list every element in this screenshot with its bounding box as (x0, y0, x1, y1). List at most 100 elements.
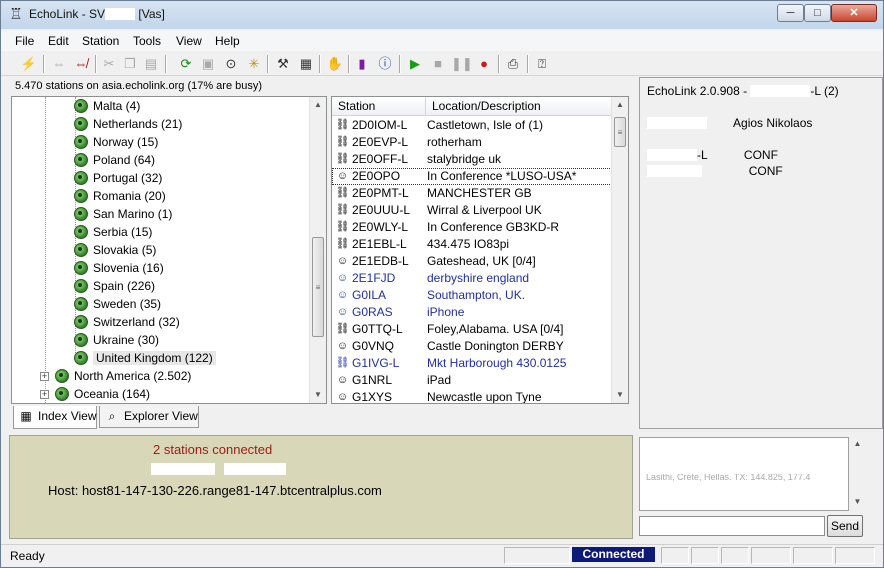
cut-icon[interactable]: ✂ (99, 54, 119, 74)
station-row[interactable]: ⛓ 2D0IOM-L Castletown, Isle of (1) (332, 117, 612, 134)
station-callsign: 2E1EDB-L (352, 254, 409, 268)
scroll-up-arrow-icon[interactable]: ▲ (612, 97, 628, 113)
tree-node-country[interactable]: Romania (20) (74, 187, 166, 205)
sun-icon[interactable]: ✳ (244, 54, 264, 74)
hand-icon[interactable]: ✋ (325, 54, 345, 74)
station-row[interactable]: ☺ G0RAS iPhone (332, 304, 612, 321)
tab-explorer-view[interactable]: ⌕ Explorer View (99, 406, 199, 428)
link-icon[interactable]: ⇔ (49, 54, 69, 74)
tree-node-country[interactable]: Switzerland (32) (74, 313, 180, 331)
station-list[interactable]: Station Location/Description ⛓ 2D0IOM-L Ca… (331, 96, 629, 404)
tree-node-oceania[interactable]: + Oceania (164) (40, 385, 150, 403)
minimize-button[interactable]: ─ (777, 4, 804, 22)
station-info-icon[interactable]: ▣ (198, 54, 218, 74)
copy-icon[interactable]: ❐ (120, 54, 140, 74)
globe-icon (74, 261, 88, 275)
lightning-icon[interactable]: ⚡ (19, 54, 39, 74)
globe-icon (74, 279, 88, 293)
tree-node-country[interactable]: Sweden (35) (74, 295, 161, 313)
station-row[interactable]: ⛓ 2E0UUU-L Wirral & Liverpool UK (332, 202, 612, 219)
expand-icon[interactable]: + (40, 372, 49, 381)
chat-input[interactable] (639, 516, 825, 536)
link-node-icon: ⛓ (335, 136, 350, 148)
station-row[interactable]: ☺ G0VNQ Castle Donington DERBY (332, 338, 612, 355)
expand-icon[interactable]: + (40, 390, 49, 399)
station-row[interactable]: ⛓ 2E0OFF-L stalybridge uk (332, 151, 612, 168)
scroll-up-arrow-icon[interactable]: ▲ (849, 439, 866, 448)
station-location: Southampton, UK. (427, 288, 526, 302)
tree-node-country[interactable]: Norway (15) (74, 133, 158, 151)
menu-tools[interactable]: Tools (131, 33, 163, 49)
station-row[interactable]: ⛓ 2E0EVP-L rotherham (332, 134, 612, 151)
scroll-down-arrow-icon[interactable]: ▼ (612, 387, 628, 403)
station-row[interactable]: ⛓ G1IVG-L Mkt Harborough 430.0125 (332, 355, 612, 372)
station-row[interactable]: ☺ 2E1FJD derbyshire england (332, 270, 612, 287)
menu-file[interactable]: File (13, 33, 36, 49)
menu-view[interactable]: View (174, 33, 204, 49)
column-header-station[interactable]: Station (332, 97, 426, 116)
station-location: Mkt Harborough 430.0125 (427, 356, 567, 370)
tree-node-country[interactable]: Spain (226) (74, 277, 155, 295)
tree-node-country[interactable]: San Marino (1) (74, 205, 172, 223)
tree-node-country[interactable]: Ukraine (30) (74, 331, 159, 349)
tree-node-north-america[interactable]: + North America (2.502) (40, 367, 191, 385)
connected-count: 2 stations connected (153, 442, 273, 457)
station-callsign: G0TTQ-L (352, 322, 403, 336)
scroll-thumb[interactable]: ≡ (312, 237, 324, 337)
maximize-button[interactable]: □ (804, 4, 831, 22)
menu-station[interactable]: Station (80, 33, 121, 49)
tree-node-country[interactable]: Slovakia (5) (74, 241, 156, 259)
menu-help[interactable]: Help (213, 33, 242, 49)
preferences-icon[interactable]: ▦ (296, 54, 316, 74)
toolbar-separator (165, 55, 167, 73)
play-icon[interactable]: ▶ (405, 54, 425, 74)
station-scrollbar[interactable]: ▲ ≡ ▼ (611, 97, 628, 403)
help-icon[interactable]: ⍰ (532, 54, 552, 74)
tree-node-country[interactable]: Poland (64) (74, 151, 155, 169)
station-row[interactable]: ⛓ 2E1EBL-L 434.475 IO83pi (332, 236, 612, 253)
pause-icon[interactable]: ❚❚ (451, 54, 473, 74)
tree-node-country[interactable]: Portugal (32) (74, 169, 162, 187)
binoculars-icon[interactable]: ⊙ (221, 54, 241, 74)
station-row[interactable]: ☺ G1NRL iPad (332, 372, 612, 389)
close-button[interactable]: ✕ (831, 4, 877, 22)
user-icon: ☺ (336, 272, 349, 284)
station-row[interactable]: ⛓ 2E0WLY-L In Conference GB3KD-R (332, 219, 612, 236)
scroll-down-arrow-icon[interactable]: ▼ (849, 497, 866, 506)
scroll-up-arrow-icon[interactable]: ▲ (310, 97, 326, 113)
print-icon[interactable]: ⎙ (503, 54, 523, 74)
scroll-thumb[interactable]: ≡ (614, 117, 626, 147)
station-row[interactable]: ⛓ 2E0PMT-L MANCHESTER GB (332, 185, 612, 202)
bars-icon[interactable]: ▮ (352, 54, 372, 74)
unlink-icon[interactable]: ⇎ (71, 54, 91, 74)
link-node-icon: ⛓ (335, 204, 350, 216)
tree-scrollbar[interactable]: ▲ ≡ ▼ (309, 97, 326, 403)
station-tree[interactable]: Malta (4) Netherlands (21) Norway (15) Pola… (11, 96, 327, 404)
tools-icon[interactable]: ⚒ (273, 54, 293, 74)
tree-node-country[interactable]: United Kingdom (122) (74, 349, 216, 367)
chat-scrollbar[interactable]: ▲ ▼ (849, 437, 866, 511)
tree-node-country[interactable]: Slovenia (16) (74, 259, 164, 277)
station-callsign: 2D0IOM-L (352, 118, 408, 132)
refresh-icon[interactable]: ⟳ (176, 54, 196, 74)
tree-node-country[interactable]: Malta (4) (74, 97, 140, 115)
title-bar[interactable]: ♖ EchoLink - SV [Vas] ─ □ ✕ (1, 1, 883, 29)
tab-index-view[interactable]: ▦ Index View (13, 406, 97, 429)
column-header-location[interactable]: Location/Description (426, 97, 612, 116)
tree-node-country[interactable]: Netherlands (21) (74, 115, 182, 133)
record-icon[interactable]: ● (474, 54, 494, 74)
chat-log[interactable]: Lasithi, Crete, Hellas. TX: 144.825, 177… (639, 437, 849, 511)
station-row[interactable]: ☺ 2E1EDB-L Gateshead, UK [0/4] (332, 253, 612, 270)
station-row[interactable]: ⛓ G0TTQ-L Foley,Alabama. USA [0/4] (332, 321, 612, 338)
paste-icon[interactable]: ▤ (141, 54, 161, 74)
scroll-down-arrow-icon[interactable]: ▼ (310, 387, 326, 403)
menu-edit[interactable]: Edit (46, 33, 71, 49)
info-icon[interactable]: ⓘ (375, 54, 395, 74)
stop-icon[interactable]: ■ (428, 54, 448, 74)
station-row[interactable]: ☺ G0ILA Southampton, UK. (332, 287, 612, 304)
station-row[interactable]: ☺ G1XYS Newcastle upon Tyne (332, 389, 612, 403)
send-button[interactable]: Send (827, 515, 863, 537)
tree-node-country[interactable]: Serbia (15) (74, 223, 152, 241)
station-row[interactable]: ☺ 2E0OPO In Conference *LUSO-USA* (332, 168, 612, 185)
status-cell (504, 547, 570, 564)
